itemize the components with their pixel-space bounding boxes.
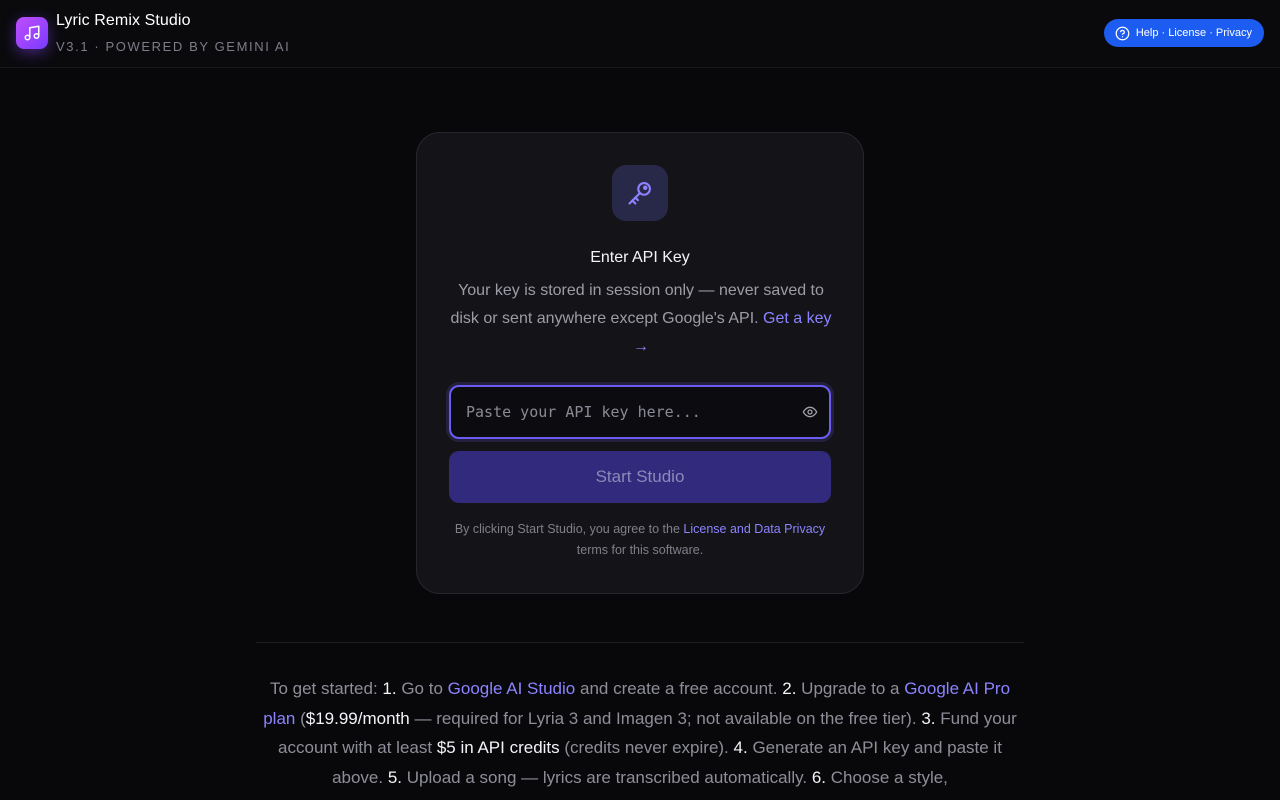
step-number: 3. <box>921 708 936 728</box>
card-description: Your key is stored in session only — nev… <box>449 277 833 361</box>
api-key-input[interactable] <box>451 387 791 437</box>
step-number: 1. <box>382 679 397 698</box>
terms-notice: By clicking Start Studio, you agree to t… <box>449 519 831 561</box>
step-text: Upload a song — lyrics are transcribed a… <box>406 767 808 787</box>
google-ai-studio-link[interactable]: Google AI Studio <box>448 679 576 698</box>
step-text: Choose a style, <box>830 767 948 787</box>
terms-prefix: By clicking Start Studio, you agree to t… <box>454 522 680 536</box>
api-key-card: Enter API Key Your key is stored in sess… <box>416 132 864 594</box>
key-icon <box>612 165 668 221</box>
start-studio-button[interactable]: Start Studio <box>449 451 831 503</box>
step-text: Go to <box>401 679 443 698</box>
app-subtitle: V3.1 · POWERED BY GEMINI AI <box>56 39 291 54</box>
step-number: 5. <box>387 767 403 787</box>
app-header: Lyric Remix Studio V3.1 · POWERED BY GEM… <box>0 0 1280 68</box>
app-title: Lyric Remix Studio <box>56 12 191 29</box>
instructions-intro: To get started: <box>269 679 378 698</box>
step-number: 6. <box>811 767 826 787</box>
step-number: 2. <box>782 679 797 698</box>
getting-started-instructions: To get started: 1. Go to Google AI Studi… <box>256 674 1024 792</box>
credits-highlight: $5 in API credits <box>436 738 560 757</box>
help-button-label: Help · License · Privacy <box>1135 27 1252 39</box>
license-privacy-link[interactable]: License and Data Privacy <box>683 522 825 536</box>
step-text: Upgrade to a <box>801 679 900 698</box>
help-license-privacy-button[interactable]: Help · License · Privacy <box>1103 19 1264 47</box>
terms-suffix: terms for this software. <box>576 543 704 557</box>
step-text: and create a free account. <box>579 679 778 698</box>
api-key-field <box>449 385 831 439</box>
step-text: (credits never expire). <box>564 738 729 757</box>
price-text: $19.99/month <box>305 708 410 728</box>
step-text: — required for Lyria 3 and Imagen 3; not… <box>414 708 917 728</box>
question-circle-icon <box>1115 26 1130 41</box>
step-number: 4. <box>733 738 748 757</box>
music-note-icon <box>16 17 48 49</box>
card-title: Enter API Key <box>590 249 690 266</box>
eye-icon[interactable] <box>801 403 819 421</box>
section-divider <box>256 642 1024 643</box>
